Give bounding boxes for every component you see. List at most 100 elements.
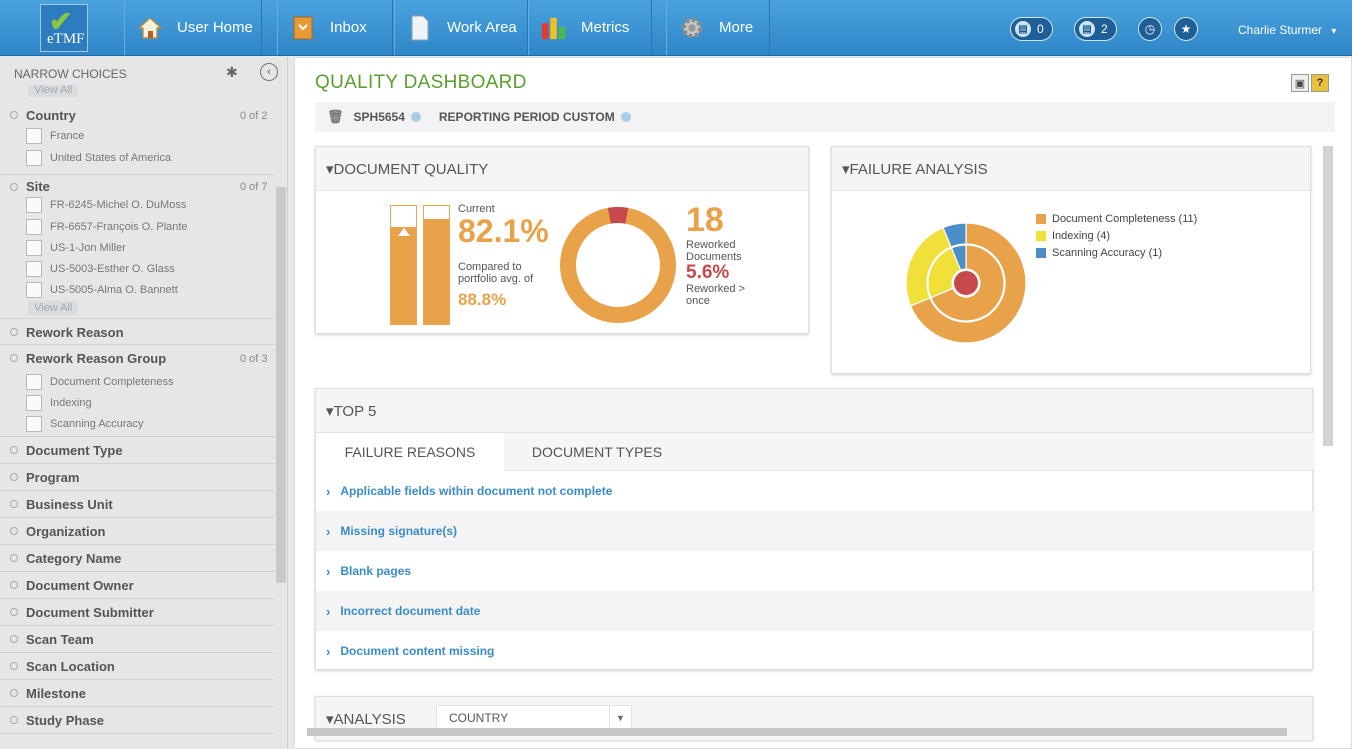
etmf-logo[interactable]: ✔ eTMF [40,4,88,52]
help-icon[interactable]: ? [1311,74,1329,92]
group-title[interactable]: Program [26,470,79,485]
expand-dot-icon[interactable] [10,689,18,697]
top5-row[interactable]: › Missing signature(s) [316,511,1314,551]
favorites-button[interactable]: ★ [1174,17,1198,41]
filter-option[interactable]: France [26,127,84,145]
checkbox[interactable] [26,282,42,298]
checkbox[interactable] [26,128,42,144]
expand-dot-icon[interactable] [10,581,18,589]
group-title[interactable]: Site [26,179,50,194]
tasks-badge[interactable]: ▤ 0 [1010,17,1053,41]
filter-option[interactable]: FR-6657-François O. Plante [26,218,188,236]
nav-inbox[interactable]: Inbox [277,0,393,55]
nav-user-home[interactable]: User Home [124,0,262,55]
group-title[interactable]: Country [26,108,76,123]
checkbox[interactable] [26,374,42,390]
chevron-right-icon: › [326,523,331,539]
expand-dot-icon[interactable] [10,473,18,481]
group-title[interactable]: Document Owner [26,578,134,593]
title-tools: ▣ ? [1291,74,1329,92]
document-icon [407,15,433,41]
filter-option[interactable]: US-5003-Esther O. Glass [26,260,175,278]
save-icon[interactable]: ▣ [1291,74,1309,92]
main-vertical-scrollbar[interactable] [1323,146,1333,446]
top5-row[interactable]: › Document content missing [316,631,1314,671]
filter-group-site: Site 0 of 7 FR-6245-Michel O. DuMoss FR-… [0,175,274,319]
group-title[interactable]: Rework Reason Group [26,351,166,366]
trash-icon[interactable]: 🗑 [327,109,344,125]
filter-option[interactable]: United States of America [26,149,171,167]
view-all-link[interactable]: View All [28,301,79,315]
group-title[interactable]: Document Submitter [26,605,154,620]
collapse-sidebar-button[interactable]: ‹ [260,63,278,81]
group-count: 0 of 3 [240,353,268,365]
expand-dot-icon[interactable] [10,446,18,454]
top5-row[interactable]: › Incorrect document date [316,591,1314,631]
expand-dot-icon[interactable] [10,608,18,616]
legend-label: Document Completeness (11) [1052,212,1198,225]
checkbox[interactable] [26,261,42,277]
panel-title[interactable]: ▾FAILURE ANALYSIS [832,147,1310,191]
checkbox[interactable] [26,395,42,411]
expand-dot-icon[interactable] [10,328,18,336]
legend-item[interactable]: Document Completeness (11) [1036,210,1197,227]
checkbox[interactable] [26,197,42,213]
group-title[interactable]: Business Unit [26,497,113,512]
filter-option[interactable]: US-1-Jon Miller [26,239,126,257]
gear-icon[interactable]: ✱ [226,64,238,81]
filter-option[interactable]: Scanning Accuracy [26,415,144,433]
checkbox[interactable] [26,150,42,166]
filter-group-category-name: Category Name [0,545,274,572]
tab-failure-reasons[interactable]: FAILURE REASONS [316,433,504,471]
sunburst-center[interactable] [954,271,978,295]
filter-group-milestone: Milestone [0,680,274,707]
legend-item[interactable]: Scanning Accuracy (1) [1036,244,1197,261]
expand-dot-icon[interactable] [10,183,18,191]
filter-option[interactable]: US-5005-Alma O. Bannett [26,281,178,299]
expand-dot-icon[interactable] [10,554,18,562]
nav-work-area[interactable]: Work Area [394,0,528,55]
remove-filter-icon[interactable] [410,112,421,122]
group-title[interactable]: Milestone [26,686,86,701]
group-title[interactable]: Category Name [26,551,121,566]
group-title[interactable]: Scan Team [26,632,94,647]
assignments-badge[interactable]: ▤ 2 [1074,17,1117,41]
expand-dot-icon[interactable] [10,635,18,643]
filter-option[interactable]: FR-6245-Michel O. DuMoss [26,196,186,214]
expand-dot-icon[interactable] [10,662,18,670]
main-horizontal-scrollbar[interactable] [307,728,1287,736]
nav-more[interactable]: More [666,0,770,55]
panel-title[interactable]: ▾TOP 5 [316,389,1312,433]
checkbox[interactable] [26,240,42,256]
group-title[interactable]: Study Phase [26,713,104,728]
checkbox[interactable] [26,416,42,432]
checkbox[interactable] [26,219,42,235]
tab-document-types[interactable]: DOCUMENT TYPES [504,433,690,471]
panel-title[interactable]: ▾DOCUMENT QUALITY [316,147,808,191]
nav-metrics[interactable]: Metrics [528,0,652,55]
group-title[interactable]: Organization [26,524,105,539]
user-menu[interactable]: Charlie Sturmer ▾ [1238,23,1336,37]
history-button[interactable]: ◷ [1138,17,1162,41]
sidebar-scrollbar[interactable] [276,187,286,583]
expand-dot-icon[interactable] [10,354,18,362]
view-all-link[interactable]: View All [28,85,79,97]
marker-arrow-icon [398,228,410,236]
legend-item[interactable]: Indexing (4) [1036,227,1197,244]
expand-dot-icon[interactable] [10,527,18,535]
expand-dot-icon[interactable] [10,500,18,508]
top5-row[interactable]: › Applicable fields within document not c… [316,471,1314,511]
filter-option[interactable]: Document Completeness [26,373,174,391]
remove-filter-icon[interactable] [620,112,631,122]
top5-row[interactable]: › Blank pages [316,551,1314,591]
group-title[interactable]: Scan Location [26,659,115,674]
filter-option[interactable]: Indexing [26,394,92,412]
clock-icon: ◷ [1144,22,1156,36]
filter-group-program: Program [0,464,274,491]
expand-dot-icon[interactable] [10,111,18,119]
group-title[interactable]: Rework Reason [26,325,124,340]
group-title[interactable]: Document Type [26,443,123,458]
nav-label: User Home [177,19,253,36]
expand-dot-icon[interactable] [10,716,18,724]
filter-group-business-unit: Business Unit [0,491,274,518]
